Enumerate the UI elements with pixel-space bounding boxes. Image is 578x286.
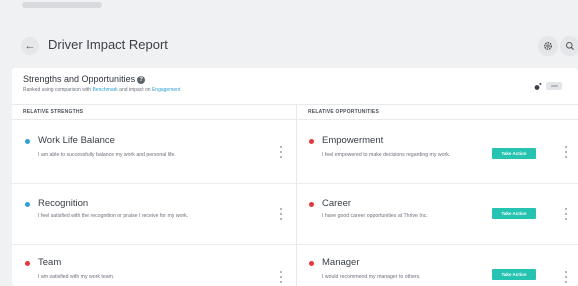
subtitle-text: and impact on xyxy=(117,87,152,93)
gear-icon xyxy=(544,42,552,50)
engagement-link[interactable]: Engagement xyxy=(152,87,180,93)
strength-dot xyxy=(25,202,30,207)
search-icon xyxy=(566,42,574,50)
page-header: ← Driver Impact Report xyxy=(0,26,578,66)
back-button[interactable]: ← xyxy=(21,37,39,55)
strengths-header-label: RELATIVE STRENGTHS xyxy=(23,109,84,115)
strength-item[interactable]: Work Life Balance I am able to successfu… xyxy=(12,119,296,183)
help-circle-icon[interactable]: ? xyxy=(137,76,146,84)
opportunity-item[interactable]: Career I have good career opportunities … xyxy=(297,184,578,244)
more-vertical-icon[interactable] xyxy=(564,271,568,283)
section-title: Strengths and Opportunities xyxy=(23,74,136,84)
opportunity-description: I feel empowered to make decisions regar… xyxy=(322,152,451,158)
cut-off-breadcrumb xyxy=(22,2,102,8)
view-toggles xyxy=(532,81,562,91)
strength-item[interactable]: Team I am satisfied with my work team. xyxy=(12,245,296,286)
strength-name: Team xyxy=(38,257,62,268)
opportunity-item[interactable]: Empowerment I feel empowered to make dec… xyxy=(297,119,578,183)
take-action-button[interactable]: Take Action xyxy=(492,148,536,159)
opportunity-description: I would recommend my manager to others. xyxy=(322,274,421,280)
strength-description: I am satisfied with my work team. xyxy=(38,274,115,280)
take-action-button[interactable]: Take Action xyxy=(492,269,536,280)
opportunity-dot xyxy=(309,139,314,144)
strength-name: Recognition xyxy=(38,198,89,209)
section-subtitle: Ranked using comparison with Benchmark a… xyxy=(23,87,180,93)
take-action-button[interactable]: Take Action xyxy=(492,208,536,219)
opportunity-name: Manager xyxy=(322,257,360,268)
strengths-opportunities-card: Strengths and Opportunities? Ranked usin… xyxy=(12,68,578,286)
settings-button[interactable] xyxy=(538,36,558,56)
more-vertical-icon[interactable] xyxy=(279,146,283,158)
opportunity-dot xyxy=(309,261,314,266)
opportunity-name: Career xyxy=(322,198,352,209)
opportunity-dot xyxy=(309,202,314,207)
page-title: Driver Impact Report xyxy=(48,37,168,52)
more-vertical-icon[interactable] xyxy=(564,208,568,220)
dot-view-toggle[interactable] xyxy=(532,81,542,91)
strength-dot xyxy=(25,139,30,144)
list-view-toggle[interactable] xyxy=(546,82,562,90)
more-vertical-icon[interactable] xyxy=(279,271,283,283)
arrow-left-icon: ← xyxy=(24,40,36,52)
opportunities-header-label: RELATIVE OPPORTUNITIES xyxy=(308,109,379,115)
strength-dot xyxy=(25,261,30,266)
strength-description: I am able to successfully balance my wor… xyxy=(38,152,176,158)
strength-item[interactable]: Recognition I feel satisfied with the re… xyxy=(12,184,296,244)
more-vertical-icon[interactable] xyxy=(564,146,568,158)
opportunity-item[interactable]: Manager I would recommend my manager to … xyxy=(297,245,578,286)
strengths-column-header: RELATIVE STRENGTHS xyxy=(12,104,296,120)
scatter-view-icon xyxy=(534,82,541,90)
opportunity-description: I have good career opportunities at Thri… xyxy=(322,213,428,219)
opportunities-column-header: RELATIVE OPPORTUNITIES xyxy=(296,104,578,120)
opportunity-name: Empowerment xyxy=(322,135,384,146)
top-strip xyxy=(0,0,578,13)
search-button[interactable] xyxy=(560,36,578,56)
strength-name: Work Life Balance xyxy=(38,135,115,146)
more-vertical-icon[interactable] xyxy=(279,208,283,220)
section-header: Strengths and Opportunities? xyxy=(23,74,146,84)
benchmark-link[interactable]: Benchmark xyxy=(92,87,117,93)
strength-description: I feel satisfied with the recognition or… xyxy=(38,213,189,219)
subtitle-text: Ranked using comparison with xyxy=(23,87,93,93)
